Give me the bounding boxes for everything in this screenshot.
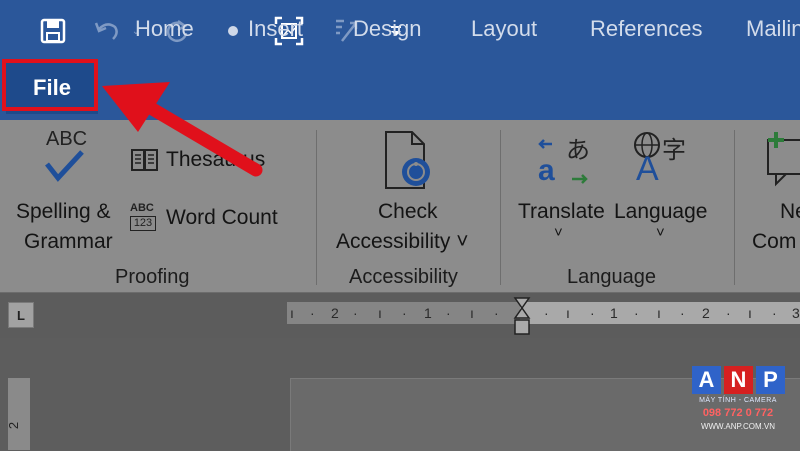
- tab-home[interactable]: Home: [135, 0, 194, 58]
- ruler-mark: ı: [378, 305, 382, 321]
- ruler-mark: ı: [566, 305, 570, 321]
- group-separator: [316, 130, 317, 285]
- tab-selector[interactable]: L: [8, 302, 34, 328]
- ruler-mark: ı: [748, 305, 752, 321]
- language-dropdown-icon: ˅: [656, 224, 665, 241]
- language-icon-cn: 字: [662, 137, 686, 164]
- group-separator: [500, 130, 501, 285]
- ruler-mark: ·: [772, 305, 777, 321]
- language-icon: 字 A: [632, 130, 694, 190]
- group-separator: [734, 130, 735, 285]
- tab-design[interactable]: Design: [353, 0, 421, 58]
- new-comment-label-1: Ne: [780, 200, 800, 223]
- word-count-icon-text: ABC: [130, 202, 154, 214]
- ruler-mark: ı: [470, 305, 474, 321]
- tab-insert[interactable]: Insert: [248, 0, 303, 58]
- watermark-letter-p: P: [756, 366, 785, 394]
- watermark-url: WWW.ANP.COM.VN: [700, 422, 776, 431]
- watermark-letter-a: A: [692, 366, 721, 394]
- watermark-letter-n: N: [724, 366, 753, 394]
- new-comment-icon: [767, 132, 800, 187]
- watermark-phone: 098 772 0 772: [702, 407, 774, 419]
- ruler-mark: ı: [290, 305, 294, 321]
- ruler-number: 2: [702, 305, 710, 321]
- translate-icon: あ a: [536, 130, 592, 190]
- ruler-number: 3: [792, 305, 800, 321]
- ruler-mark: ·: [726, 305, 731, 321]
- accessibility-icon: [385, 131, 430, 189]
- word-count-icon: ABC 123: [130, 202, 162, 234]
- word-count-label: Word Count: [166, 206, 278, 229]
- ruler-mark: ·: [680, 305, 685, 321]
- touch-mode-icon[interactable]: [222, 12, 244, 50]
- language-label: Language: [614, 200, 708, 223]
- proofing-group-label: Proofing: [115, 266, 190, 288]
- undo-icon[interactable]: [92, 12, 122, 50]
- ruler-mark: ·: [590, 305, 595, 321]
- ruler-number: 1: [424, 305, 432, 321]
- translate-label: Translate: [518, 200, 605, 223]
- word-count-button[interactable]: ABC 123 Word Count: [128, 202, 293, 238]
- ruler-number: 2: [331, 305, 339, 321]
- vertical-ruler-number: 2: [6, 421, 22, 430]
- ruler-mark: ·: [310, 305, 315, 321]
- language-group-label: Language: [567, 266, 656, 288]
- check-accessibility-label-2: Accessibility ˅: [336, 230, 469, 253]
- translate-dropdown-icon: ˅: [554, 224, 563, 241]
- spelling-abc-icon: ABC: [45, 128, 88, 182]
- ruler-mark: ·: [544, 305, 549, 321]
- check-accessibility-button[interactable]: Check Accessibility ˅: [330, 128, 490, 258]
- ruler-mark: ·: [634, 305, 639, 321]
- spelling-label-1: Spelling &: [16, 200, 111, 223]
- accessibility-group-label: Accessibility: [349, 266, 458, 288]
- pointer-arrow-icon: [102, 82, 263, 177]
- ruler-mark: ·: [494, 305, 499, 321]
- save-icon[interactable]: [38, 12, 68, 50]
- spelling-label-2: Grammar: [24, 230, 113, 253]
- anp-watermark-logo: A N P MÁY TÍNH - CAMERA 098 772 0 772 WW…: [690, 366, 790, 436]
- watermark-subtitle: MÁY TÍNH - CAMERA: [699, 397, 777, 404]
- indent-marker-icon[interactable]: [512, 296, 532, 338]
- ruler-mark: ·: [353, 305, 358, 321]
- spelling-abc-text: ABC: [46, 128, 88, 150]
- vertical-ruler[interactable]: [8, 378, 30, 450]
- ruler-mark: ·: [402, 305, 407, 321]
- ruler-mark: ·: [446, 305, 451, 321]
- ruler-mark: ı: [657, 305, 661, 321]
- word-count-icon-num: 123: [130, 216, 156, 231]
- tab-references[interactable]: References: [590, 0, 703, 58]
- new-comment-button[interactable]: Ne Com: [748, 128, 800, 258]
- tab-mailings[interactable]: Mailin: [746, 0, 800, 58]
- ruler-number: 1: [610, 305, 618, 321]
- tab-layout[interactable]: Layout: [471, 0, 537, 58]
- translate-button[interactable]: あ a Translate ˅: [514, 128, 610, 258]
- new-comment-label-2: Com: [752, 230, 797, 253]
- language-button[interactable]: 字 A Language ˅: [612, 128, 716, 258]
- language-icon-text: A: [636, 150, 659, 188]
- file-tab-highlight: [2, 59, 98, 111]
- check-accessibility-label-1: Check: [378, 200, 438, 223]
